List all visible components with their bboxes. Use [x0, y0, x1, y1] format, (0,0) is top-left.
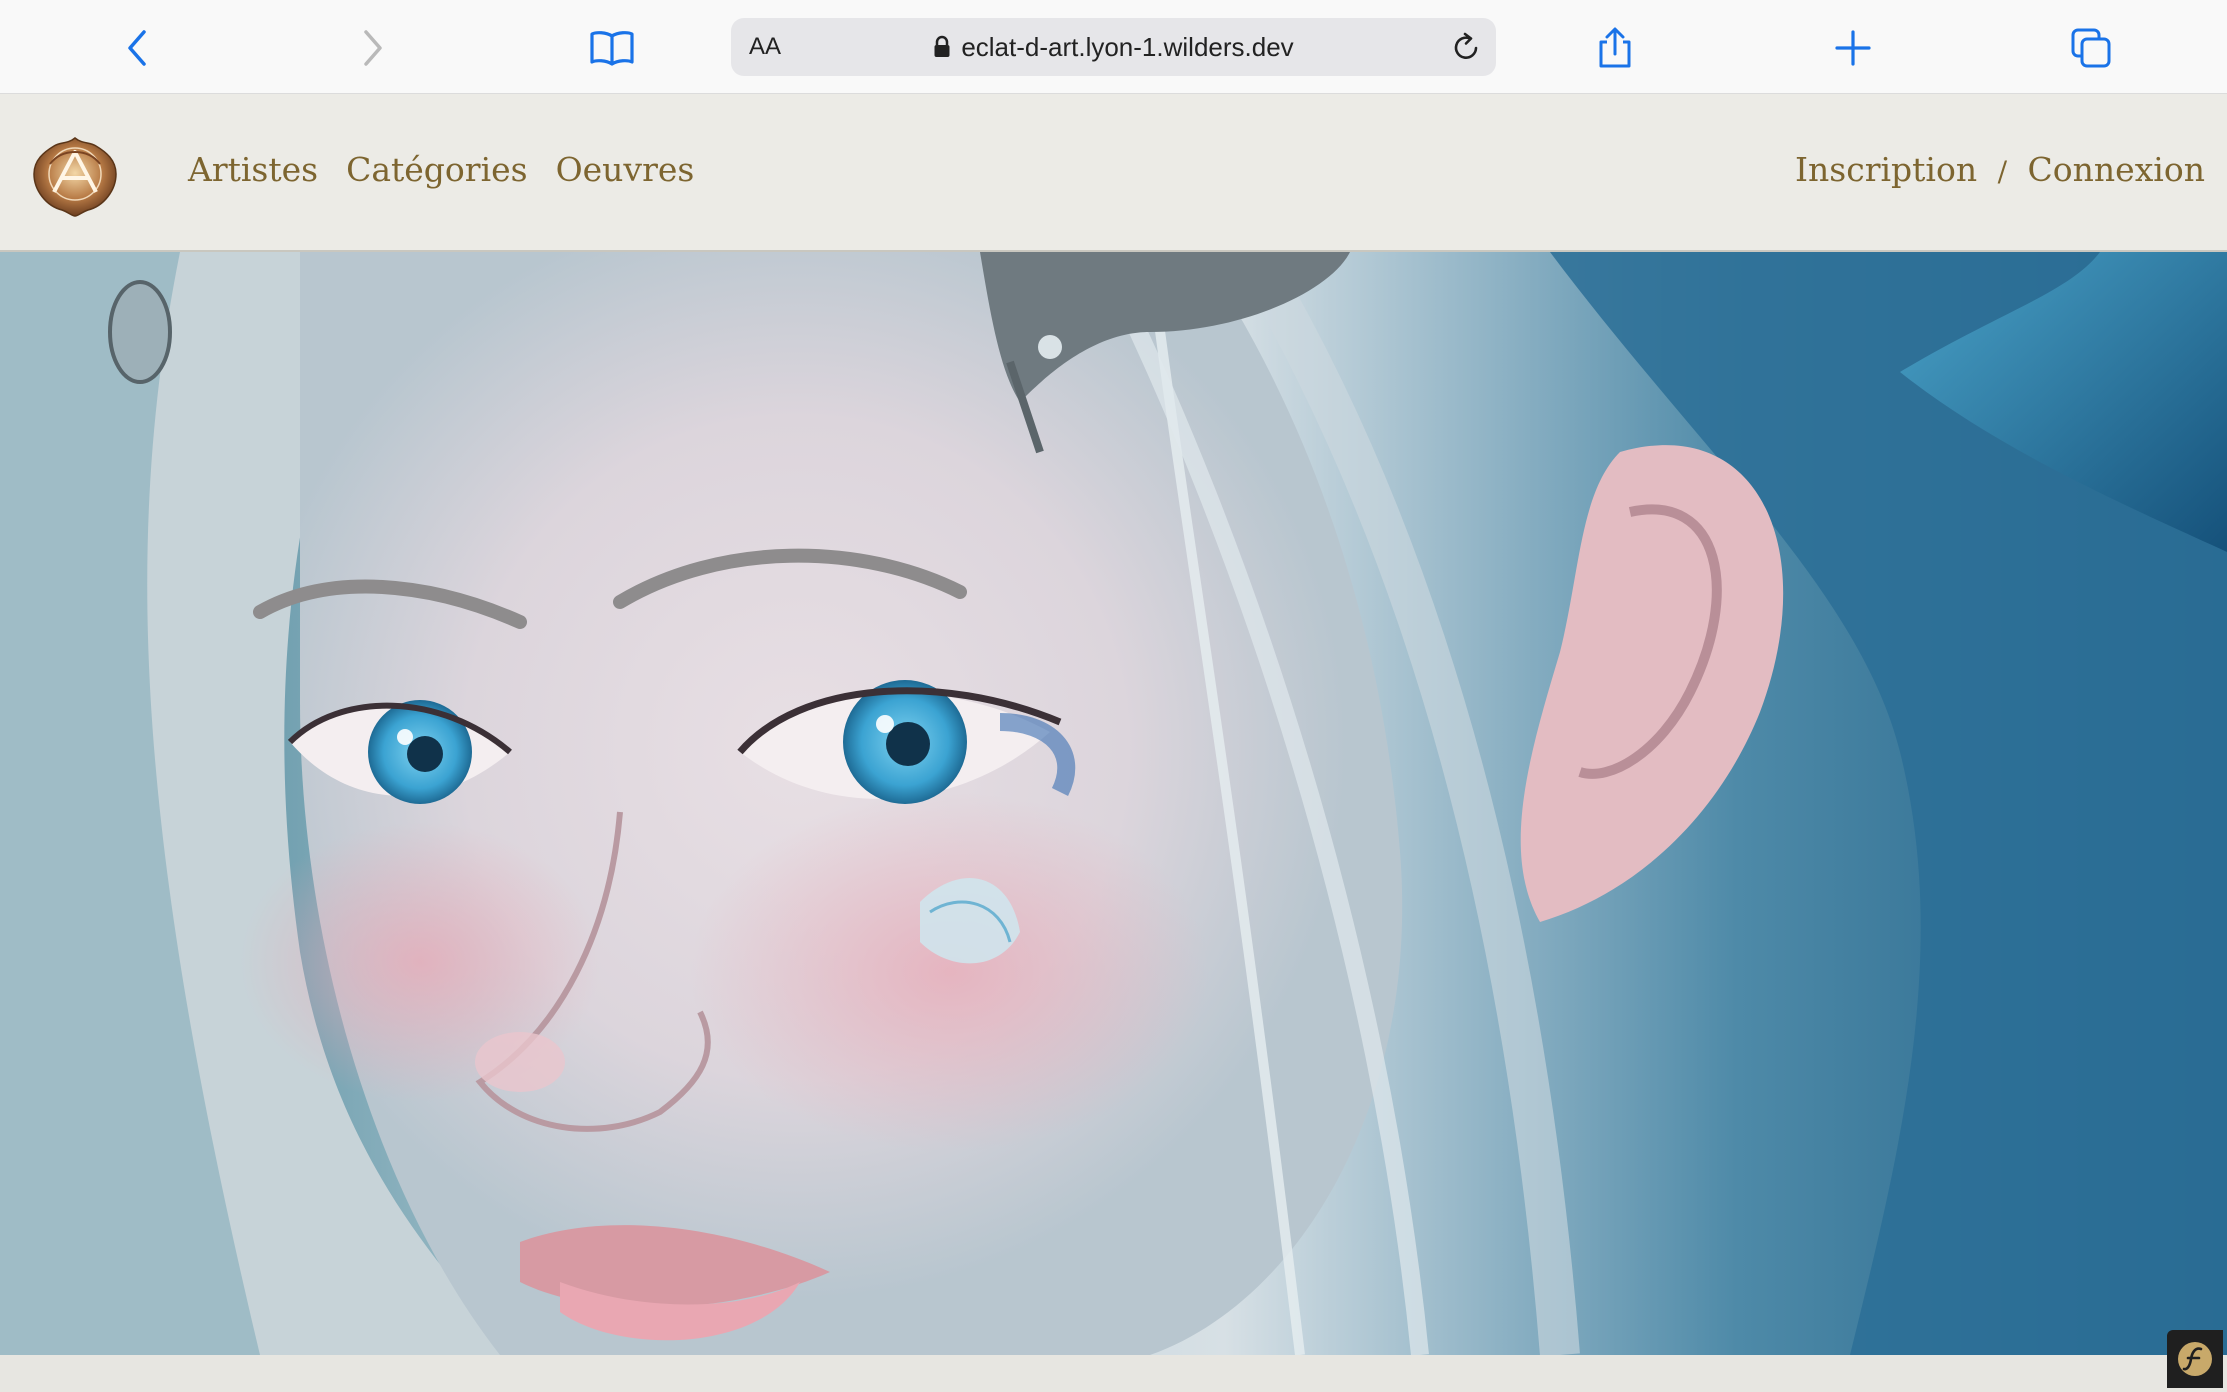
auth-separator: / — [1997, 155, 2008, 188]
tabs-icon — [2071, 28, 2111, 68]
new-tab-icon — [1835, 30, 1871, 66]
monogram-logo-icon — [33, 137, 117, 217]
hero-image — [0, 252, 2227, 1355]
browser-toolbar: AA eclat-d-art.lyon-1.wilders.dev — [0, 0, 2227, 94]
url-display[interactable]: eclat-d-art.lyon-1.wilders.dev — [731, 18, 1496, 76]
address-bar[interactable]: AA eclat-d-art.lyon-1.wilders.dev — [731, 18, 1496, 76]
register-link[interactable]: Inscription — [1795, 150, 1977, 189]
forward-icon — [364, 30, 382, 66]
lock-icon — [934, 35, 950, 57]
symfony-icon — [2178, 1342, 2212, 1376]
back-button[interactable] — [107, 18, 167, 78]
bookmarks-icon — [590, 31, 634, 66]
reload-icon[interactable] — [1450, 31, 1482, 63]
share-icon — [1599, 27, 1631, 68]
debug-toolbar-toggle[interactable] — [2167, 1330, 2223, 1388]
page-bottom-strip — [0, 1355, 2227, 1392]
url-text: eclat-d-art.lyon-1.wilders.dev — [961, 31, 1294, 62]
auth-links: Inscription / Connexion — [1795, 150, 2205, 189]
tabs-overview-button[interactable] — [2061, 18, 2121, 78]
site-header: Artistes Catégories Oeuvres Inscription … — [0, 94, 2227, 252]
elf-portrait-image — [0, 252, 2227, 1355]
site-logo[interactable] — [30, 134, 120, 218]
new-tab-button[interactable] — [1823, 18, 1883, 78]
login-link[interactable]: Connexion — [2028, 150, 2205, 189]
nav-categories[interactable]: Catégories — [346, 150, 528, 189]
forward-button[interactable] — [343, 18, 403, 78]
nav-artistes[interactable]: Artistes — [188, 150, 318, 189]
nav-oeuvres[interactable]: Oeuvres — [556, 150, 695, 189]
bookmarks-button[interactable] — [582, 18, 642, 78]
share-button[interactable] — [1585, 18, 1645, 78]
back-icon — [128, 30, 146, 66]
main-nav: Artistes Catégories Oeuvres — [188, 150, 694, 189]
